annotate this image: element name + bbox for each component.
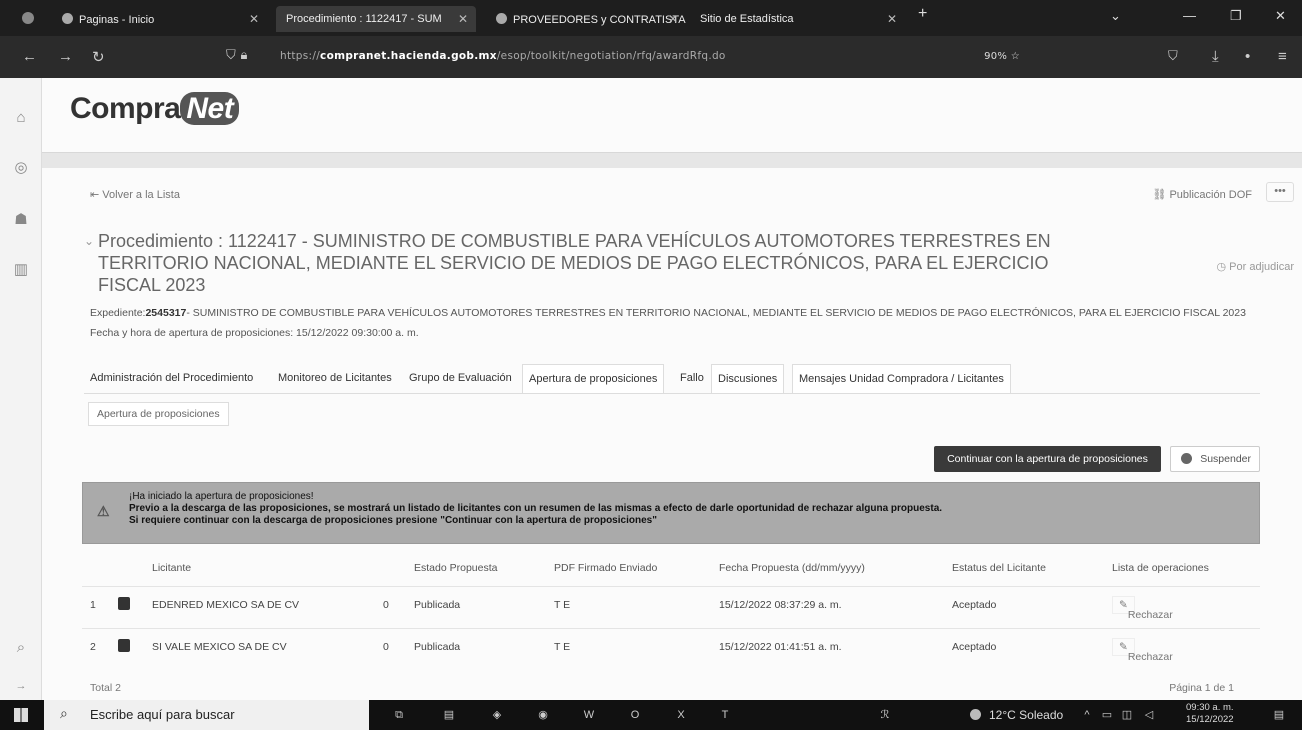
page-title: ⌄ Procedimiento : 1122417 - SUMINISTRO D…	[84, 231, 1051, 295]
chevron-up-icon[interactable]: ^	[1078, 706, 1096, 724]
suspend-button[interactable]: Suspender	[1170, 446, 1260, 472]
network-icon[interactable]: ◫	[1118, 706, 1136, 724]
publicacion-dof-link[interactable]: ⛓ Publicación DOF	[1152, 188, 1252, 201]
header-band	[42, 152, 1302, 168]
windows-start-icon[interactable]	[14, 708, 28, 722]
menu-icon[interactable]: ≡	[1278, 48, 1287, 65]
table-row: 1 EDENRED MEXICO SA DE CV 0 Publicada T …	[82, 586, 1260, 622]
excel-icon[interactable]: X	[672, 706, 690, 724]
app-icon[interactable]: ◈	[488, 706, 506, 724]
clock-icon: ◷	[1216, 261, 1230, 273]
info-alert: ⚠ ¡Ha iniciado la apertura de proposicio…	[82, 482, 1260, 544]
close-tab-icon[interactable]: ✕	[887, 12, 897, 26]
back-arrow-icon: ⇤	[90, 189, 103, 201]
home-icon[interactable]: ⌂	[13, 110, 29, 126]
tab-grupo-evaluacion[interactable]: Grupo de Evaluación	[403, 364, 518, 394]
continue-opening-button[interactable]: Continuar con la apertura de proposicion…	[934, 446, 1161, 472]
word-icon[interactable]: W	[580, 706, 598, 724]
windows-taskbar: ⌕ Escribe aquí para buscar ⧉ ▤ ◈ ◉ W O X…	[0, 700, 1302, 730]
document-icon[interactable]	[118, 597, 130, 610]
warning-icon: ⚠	[97, 503, 110, 519]
tab-list-chevron-icon[interactable]: ⌄	[1110, 8, 1121, 24]
minimize-icon[interactable]: —	[1183, 8, 1196, 23]
file-explorer-icon[interactable]: ▤	[440, 706, 458, 724]
total-count: Total 2	[90, 682, 121, 694]
tab-paginas-inicio[interactable]: Paginas - Inicio ✕	[52, 6, 267, 32]
table-row: 2 SI VALE MEXICO SA DE CV 0 Publicada T …	[82, 628, 1260, 664]
notifications-icon[interactable]: ▤	[1270, 706, 1288, 724]
browser-toolbar: ← → ↻ ⛉ 🔒︎ https://compranet.hacienda.go…	[0, 36, 1302, 78]
weather-widget[interactable]: 12°C Soleado	[970, 708, 1063, 722]
collapse-caret-icon[interactable]: ⌄	[84, 230, 94, 252]
forward-arrow-icon[interactable]: →	[58, 48, 73, 65]
outlook-icon[interactable]: O	[626, 706, 644, 724]
status-badge: ◷ Por adjudicar	[1216, 261, 1294, 273]
tab-divider	[84, 393, 1260, 394]
tab-discusiones[interactable]: Discusiones	[711, 364, 785, 394]
browser-menu-icon[interactable]	[22, 12, 34, 24]
search-icon[interactable]: ⌕	[13, 640, 29, 656]
restore-icon[interactable]: ❐	[1230, 8, 1242, 24]
page-icon	[496, 13, 507, 24]
table-header: Licitante Estado Propuesta PDF Firmado E…	[152, 562, 1209, 574]
new-tab-icon[interactable]: +	[918, 5, 927, 23]
task-view-icon[interactable]: ⧉	[390, 706, 408, 724]
close-tab-icon[interactable]: ✕	[668, 12, 678, 26]
expand-arrow-icon[interactable]: →	[13, 678, 29, 694]
tab-procedimiento[interactable]: Procedimiento : 1122417 - SUM ✕	[276, 6, 476, 32]
browser-tab-bar: Paginas - Inicio ✕ Procedimiento : 11224…	[0, 0, 1302, 36]
tab-mensajes[interactable]: Mensajes Unidad Compradora / Licitantes	[792, 364, 1011, 394]
taskbar-search[interactable]: ⌕ Escribe aquí para buscar	[44, 700, 369, 730]
pocket-icon[interactable]: ⛉	[1168, 48, 1178, 64]
globe-icon	[62, 13, 73, 24]
close-window-icon[interactable]: ✕	[1275, 8, 1286, 24]
left-sidebar: ⌂ ◎ ☗ ▥ ⌕ →	[0, 78, 42, 700]
search-icon: ⌕	[60, 705, 68, 721]
fecha-apertura: Fecha y hora de apertura de proposicione…	[90, 327, 419, 339]
firefox-icon[interactable]: ◉	[534, 706, 552, 724]
back-arrow-icon[interactable]: ←	[22, 48, 37, 65]
subtab-apertura[interactable]: Apertura de proposiciones	[88, 402, 229, 426]
tab-monitoreo[interactable]: Monitoreo de Licitantes	[272, 364, 398, 394]
reject-button[interactable]: ✎ Rechazar	[1112, 638, 1173, 663]
people-icon[interactable]: ℛ	[876, 706, 894, 724]
pause-icon	[1181, 453, 1192, 464]
teams-icon[interactable]: T	[716, 706, 734, 724]
sun-icon	[970, 709, 981, 720]
building-icon[interactable]: ▥	[13, 262, 29, 278]
battery-icon[interactable]: ▭	[1098, 706, 1116, 724]
zoom-level[interactable]: 90% ☆	[984, 51, 1020, 62]
users-icon[interactable]: ☗	[13, 212, 29, 228]
back-to-list-link[interactable]: ⇤ Volver a la Lista	[90, 188, 180, 201]
tab-apertura[interactable]: Apertura de proposiciones	[522, 364, 665, 394]
document-icon[interactable]	[118, 639, 130, 652]
shield-lock-icon: ⛉ 🔒︎	[226, 48, 248, 63]
tab-fallo[interactable]: Fallo	[674, 364, 710, 394]
volume-icon[interactable]: ◁	[1140, 706, 1158, 724]
address-bar[interactable]: ⛉ 🔒︎ https://compranet.hacienda.gob.mx/e…	[220, 44, 1040, 70]
clock[interactable]: 09:30 a. m. 15/12/2022	[1186, 702, 1234, 726]
tab-administracion[interactable]: Administración del Procedimiento	[84, 364, 259, 394]
reload-icon[interactable]: ↻	[92, 48, 105, 66]
pagination: Página 1 de 1	[1169, 682, 1234, 694]
tab-proveedores[interactable]: PROVEEDORES y CONTRATISTA ✕	[486, 6, 686, 32]
tab-estadistica[interactable]: Sitio de Estadística ✕	[690, 6, 905, 32]
reject-button[interactable]: ✎ Rechazar	[1112, 596, 1173, 621]
page-content: Compra Net ⇤ Volver a la Lista ⛓ Publicac…	[42, 78, 1302, 700]
download-icon[interactable]: ⤓	[1212, 48, 1219, 65]
more-options-button[interactable]: •••	[1266, 182, 1294, 202]
close-tab-icon[interactable]: ✕	[249, 12, 259, 26]
globe-icon[interactable]: ◎	[13, 160, 29, 176]
compranet-logo[interactable]: Compra Net	[70, 92, 240, 126]
extensions-icon[interactable]: •	[1245, 48, 1250, 65]
close-tab-icon[interactable]: ✕	[458, 12, 468, 26]
link-icon: ⛓	[1152, 189, 1170, 201]
expediente-line: Expediente:2545317- SUMINISTRO DE COMBUS…	[90, 307, 1246, 319]
